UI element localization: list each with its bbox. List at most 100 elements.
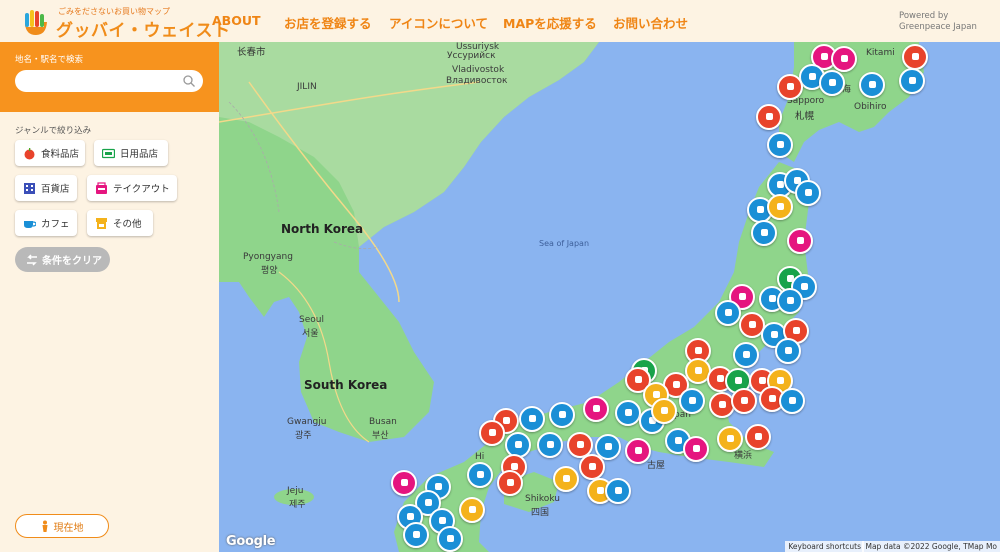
map-pin-other[interactable] — [767, 194, 793, 220]
label-vladivostok-ru: Владивосток — [446, 76, 508, 86]
label-hi-partial: Hi — [475, 452, 485, 462]
label-nagoya: 古屋 — [647, 461, 666, 471]
map-pin-food[interactable] — [756, 104, 782, 130]
label-south-korea: South Korea — [304, 378, 388, 392]
label-gwangju-ko: 광주 — [295, 431, 312, 441]
map-pin-cafe[interactable] — [437, 526, 463, 552]
label-seoul: Seoul — [299, 315, 324, 325]
logo[interactable]: ごみをださないお買い物マップ グッバイ・ウェイスト — [22, 3, 230, 41]
label-sea-of-japan: Sea of Japan — [539, 239, 590, 248]
search-icon[interactable] — [182, 74, 196, 88]
genre-other[interactable]: その他 — [87, 210, 153, 236]
label-vladivostok: Vladivostok — [452, 65, 505, 75]
map-pin-cafe[interactable] — [519, 406, 545, 432]
nav-support-map[interactable]: MAPを応援する — [503, 13, 597, 32]
keyboard-shortcuts-link[interactable]: Keyboard shortcuts — [785, 541, 864, 552]
map-pin-food[interactable] — [745, 424, 771, 450]
map-pin-cafe[interactable] — [615, 400, 641, 426]
search-field[interactable] — [15, 70, 203, 92]
genre-daily-goods[interactable]: 日用品店 — [94, 140, 168, 166]
map-pin-cafe[interactable] — [777, 288, 803, 314]
map-data-attribution[interactable]: Map data ©2022 Google, TMap Mo — [862, 541, 1000, 552]
label-pyongyang-ko: 평양 — [261, 266, 278, 276]
label-ussuriysk-ru: Уссурийск — [447, 51, 496, 61]
map-pin-cafe[interactable] — [605, 478, 631, 504]
map-pin-cafe[interactable] — [679, 388, 705, 414]
map-pin-food[interactable] — [579, 454, 605, 480]
map-pin-other[interactable] — [651, 398, 677, 424]
map-pin-food[interactable] — [479, 420, 505, 446]
map-pin-food[interactable] — [497, 470, 523, 496]
map-pin-cafe[interactable] — [537, 432, 563, 458]
genre-cafe[interactable]: カフェ — [15, 210, 77, 236]
reset-icon — [27, 253, 37, 266]
nav-register-shop[interactable]: お店を登録する — [284, 13, 372, 32]
building-icon — [24, 182, 35, 194]
map-pin-cafe[interactable] — [779, 388, 805, 414]
map-pin-cafe[interactable] — [767, 132, 793, 158]
label-kitami: Kitami — [866, 48, 895, 58]
map-pin-food[interactable] — [731, 388, 757, 414]
map-pin-food[interactable] — [777, 74, 803, 100]
map-pin-takeout[interactable] — [625, 438, 651, 464]
map-pin-takeout[interactable] — [831, 46, 857, 72]
map-pin-other[interactable] — [459, 497, 485, 523]
map-pin-cafe[interactable] — [859, 72, 885, 98]
map-pin-other[interactable] — [553, 466, 579, 492]
nav-about[interactable]: ABOUT — [212, 13, 261, 28]
label-shikoku: Shikoku — [525, 494, 560, 504]
label-busan-ko: 부산 — [372, 431, 389, 441]
cup-icon — [24, 220, 36, 228]
clear-filters-button[interactable]: 条件をクリア — [15, 247, 110, 272]
label-sapporo-ja: 札幌 — [795, 111, 815, 122]
map-pin-cafe[interactable] — [751, 220, 777, 246]
genre-food-store[interactable]: 食料品店 — [15, 140, 85, 166]
label-jilin: JILIN — [297, 82, 317, 92]
bulk-store-icon — [102, 148, 115, 158]
label-busan: Busan — [369, 417, 397, 427]
map-pin-takeout[interactable] — [391, 470, 417, 496]
person-pin-icon — [42, 520, 47, 532]
map-pin-takeout[interactable] — [683, 436, 709, 462]
logo-title: グッバイ・ウェイスト — [56, 21, 231, 41]
takeout-icon — [96, 181, 107, 194]
apple-icon — [24, 147, 35, 159]
genre-filter-label: ジャンルで絞り込み — [15, 126, 92, 136]
search-panel: 地名・駅名で検索 — [0, 42, 219, 112]
genre-takeout[interactable]: テイクアウト — [87, 175, 177, 201]
map-pin-cafe[interactable] — [795, 180, 821, 206]
label-changchun: 长春市 — [237, 47, 266, 58]
label-jeju-ko: 제주 — [289, 500, 306, 510]
label-obihiro: Obihiro — [854, 102, 887, 112]
nav-contact[interactable]: お問い合わせ — [613, 13, 688, 32]
genre-department-store[interactable]: 百貨店 — [15, 175, 77, 201]
label-gwangju: Gwangju — [287, 417, 327, 427]
map-view[interactable]: 长春市 Ussuriysk Уссурийск Vladivostok Влад… — [219, 42, 1000, 552]
header: ごみをださないお買い物マップ グッバイ・ウェイスト ABOUT お店を登録する … — [0, 0, 1000, 42]
hand-logo-icon — [25, 10, 47, 35]
shop-icon — [96, 217, 107, 229]
nav-about-icons[interactable]: アイコンについて — [389, 13, 488, 32]
current-location-button[interactable]: 現在地 — [15, 514, 109, 538]
map-pin-cafe[interactable] — [733, 342, 759, 368]
map-pin-takeout[interactable] — [583, 396, 609, 422]
map-pin-cafe[interactable] — [775, 338, 801, 364]
map-pin-cafe[interactable] — [715, 300, 741, 326]
powered-by: Powered by Greenpeace Japan — [899, 11, 977, 32]
label-shikoku-ja: 四国 — [531, 508, 550, 518]
map-pin-cafe[interactable] — [899, 68, 925, 94]
google-logo[interactable]: Google — [226, 534, 276, 549]
map-pin-cafe[interactable] — [819, 70, 845, 96]
map-pin-cafe[interactable] — [403, 522, 429, 548]
map-pin-food[interactable] — [902, 44, 928, 70]
map-pin-takeout[interactable] — [787, 228, 813, 254]
label-pyongyang: Pyongyang — [243, 252, 293, 262]
search-input[interactable] — [25, 73, 175, 89]
map-base — [219, 42, 1000, 552]
label-north-korea: North Korea — [281, 222, 364, 236]
label-seoul-ko: 서울 — [302, 329, 319, 339]
map-pin-other[interactable] — [717, 426, 743, 452]
map-pin-cafe[interactable] — [467, 462, 493, 488]
sidebar: 地名・駅名で検索 ジャンルで絞り込み 食料品店 日用品店 百貨店 テイクアウト … — [0, 42, 219, 552]
map-pin-cafe[interactable] — [549, 402, 575, 428]
